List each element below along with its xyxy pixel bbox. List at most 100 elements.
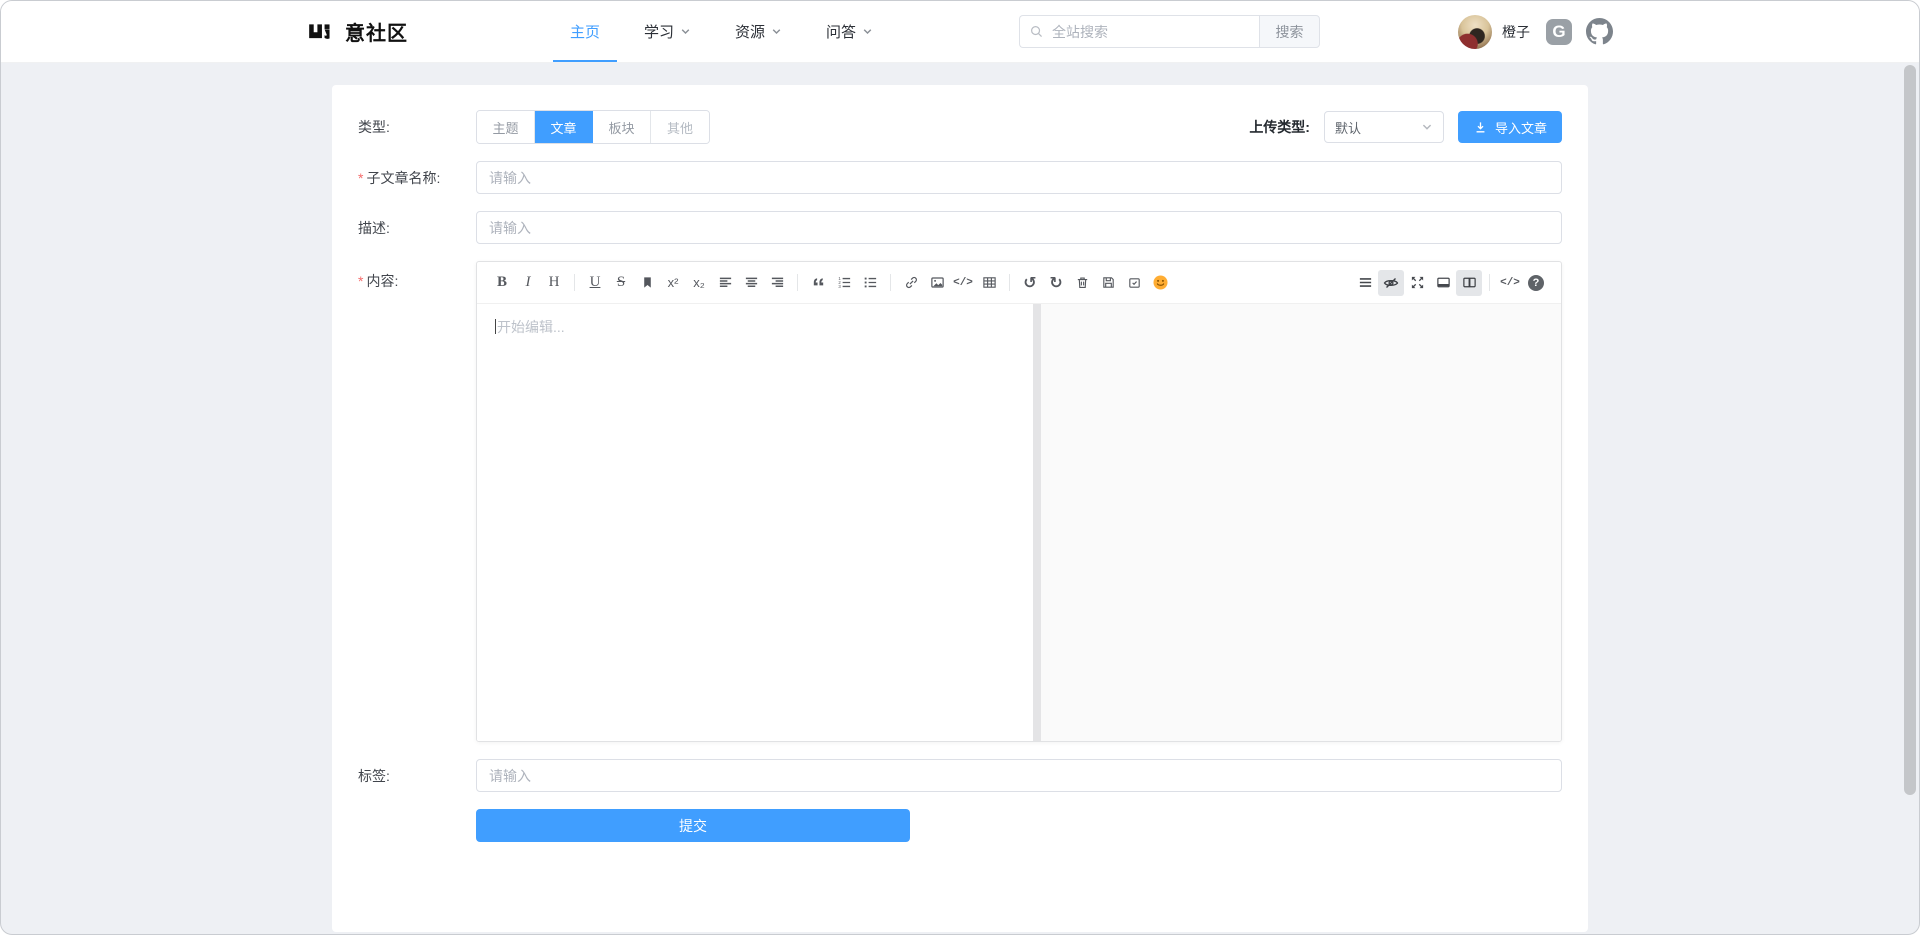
ordered-list-icon: 123 xyxy=(837,275,852,290)
window-icon xyxy=(1436,275,1451,290)
align-center-button[interactable] xyxy=(738,270,764,296)
github-icon[interactable] xyxy=(1586,18,1613,45)
description-input[interactable] xyxy=(476,211,1562,244)
save-button[interactable] xyxy=(1095,270,1121,296)
gitee-icon[interactable]: G xyxy=(1546,19,1572,45)
import-article-button[interactable]: 导入文章 xyxy=(1458,111,1562,143)
single-pane-button[interactable] xyxy=(1430,270,1456,296)
ordered-list-button[interactable]: 123 xyxy=(831,270,857,296)
type-option-other[interactable]: 其他 xyxy=(651,111,709,143)
description-label: 描述: xyxy=(358,218,476,238)
submit-button[interactable]: 提交 xyxy=(476,809,910,842)
page-body: 类型: 主题 文章 板块 其他 上传类型: 默认 xyxy=(1,85,1919,935)
editor-input-pane[interactable]: 开始编辑... xyxy=(477,304,1033,741)
required-mark: * xyxy=(358,170,363,186)
content-label: *内容: xyxy=(358,261,476,291)
tags-input[interactable] xyxy=(476,759,1562,792)
align-right-button[interactable] xyxy=(764,270,790,296)
user-area: 橙子 G xyxy=(1458,15,1613,49)
clear-button[interactable] xyxy=(1069,270,1095,296)
svg-text:3: 3 xyxy=(838,284,841,289)
emoji-icon xyxy=(1152,274,1169,291)
link-icon xyxy=(904,275,919,290)
align-left-icon xyxy=(718,275,733,290)
content-row: *内容: B I H U S x² x₂ xyxy=(358,261,1562,742)
tags-label: 标签: xyxy=(358,766,476,786)
split-columns-icon xyxy=(1462,275,1477,290)
text-caret xyxy=(495,319,496,334)
sub-article-name-input[interactable] xyxy=(476,161,1562,194)
bold-button[interactable]: B xyxy=(489,270,515,296)
nav-item-study[interactable]: 学习 xyxy=(627,1,708,62)
code-block-button[interactable]: </> xyxy=(950,270,976,296)
nav-item-label: 问答 xyxy=(826,21,856,42)
editor-preview-pane xyxy=(1041,304,1561,741)
editor-body: 开始编辑... xyxy=(477,304,1561,741)
fullscreen-button[interactable] xyxy=(1404,270,1430,296)
browser-window: 意社区 主页 学习 资源 问答 xyxy=(0,0,1920,935)
link-button[interactable] xyxy=(898,270,924,296)
editor-toolbar: B I H U S x² x₂ xyxy=(477,262,1561,304)
draft-box-button[interactable] xyxy=(1121,270,1147,296)
site-logo-icon xyxy=(307,19,333,45)
avatar[interactable] xyxy=(1458,15,1492,49)
split-view-button[interactable] xyxy=(1456,270,1482,296)
search-button[interactable]: 搜索 xyxy=(1259,15,1320,48)
type-option-article[interactable]: 文章 xyxy=(535,111,593,143)
redo-button[interactable]: ↻ xyxy=(1043,270,1069,296)
toolbar-separator xyxy=(1009,274,1010,291)
quote-button[interactable] xyxy=(805,270,831,296)
type-option-board[interactable]: 板块 xyxy=(593,111,651,143)
bookmark-button[interactable] xyxy=(634,270,660,296)
unordered-list-button[interactable] xyxy=(857,270,883,296)
pane-resize-handle[interactable] xyxy=(1033,304,1041,741)
username[interactable]: 橙子 xyxy=(1502,22,1530,42)
catalog-button[interactable] xyxy=(1352,270,1378,296)
nav-item-qa[interactable]: 问答 xyxy=(809,1,890,62)
align-left-button[interactable] xyxy=(712,270,738,296)
nav-item-label: 学习 xyxy=(644,21,674,42)
emoji-button[interactable] xyxy=(1147,270,1173,296)
toolbar-separator xyxy=(1489,274,1490,291)
scrollbar-thumb[interactable] xyxy=(1904,65,1916,795)
heading-button[interactable]: H xyxy=(541,270,567,296)
source-code-button[interactable]: </> xyxy=(1497,270,1523,296)
unordered-list-icon xyxy=(863,275,878,290)
underline-button[interactable]: U xyxy=(582,270,608,296)
markdown-editor: B I H U S x² x₂ xyxy=(476,261,1562,742)
upload-type-select[interactable]: 默认 xyxy=(1324,111,1444,143)
description-row: 描述: xyxy=(358,211,1562,244)
main-nav: 主页 学习 资源 问答 xyxy=(548,1,895,62)
upload-type-value: 默认 xyxy=(1335,118,1361,137)
subscript-button[interactable]: x₂ xyxy=(686,270,712,296)
help-icon: ? xyxy=(1528,275,1544,291)
undo-button[interactable]: ↺ xyxy=(1017,270,1043,296)
fullscreen-icon xyxy=(1410,275,1425,290)
bookmark-icon xyxy=(640,275,655,290)
submit-row: 提交 xyxy=(358,809,1562,842)
tags-row: 标签: xyxy=(358,759,1562,792)
brand-name: 意社区 xyxy=(345,17,408,46)
italic-button[interactable]: I xyxy=(515,270,541,296)
nav-item-resources[interactable]: 资源 xyxy=(718,1,799,62)
image-icon xyxy=(930,275,945,290)
search-input[interactable] xyxy=(1019,15,1259,48)
align-center-icon xyxy=(744,275,759,290)
superscript-button[interactable]: x² xyxy=(660,270,686,296)
site-search: 搜索 xyxy=(1019,15,1320,48)
chevron-down-icon xyxy=(771,26,782,37)
toolbar-separator xyxy=(574,274,575,291)
name-label: *子文章名称: xyxy=(358,168,476,188)
required-mark: * xyxy=(358,273,363,289)
type-label: 类型: xyxy=(358,117,476,137)
type-option-topic[interactable]: 主题 xyxy=(477,111,535,143)
help-button[interactable]: ? xyxy=(1523,270,1549,296)
brand[interactable]: 意社区 xyxy=(307,17,408,46)
nav-item-home[interactable]: 主页 xyxy=(553,1,617,62)
image-button[interactable] xyxy=(924,270,950,296)
table-button[interactable] xyxy=(976,270,1002,296)
strikethrough-button[interactable]: S xyxy=(608,270,634,296)
preview-toggle-button[interactable] xyxy=(1378,270,1404,296)
chevron-down-icon xyxy=(862,26,873,37)
editor-placeholder: 开始编辑... xyxy=(497,319,565,335)
